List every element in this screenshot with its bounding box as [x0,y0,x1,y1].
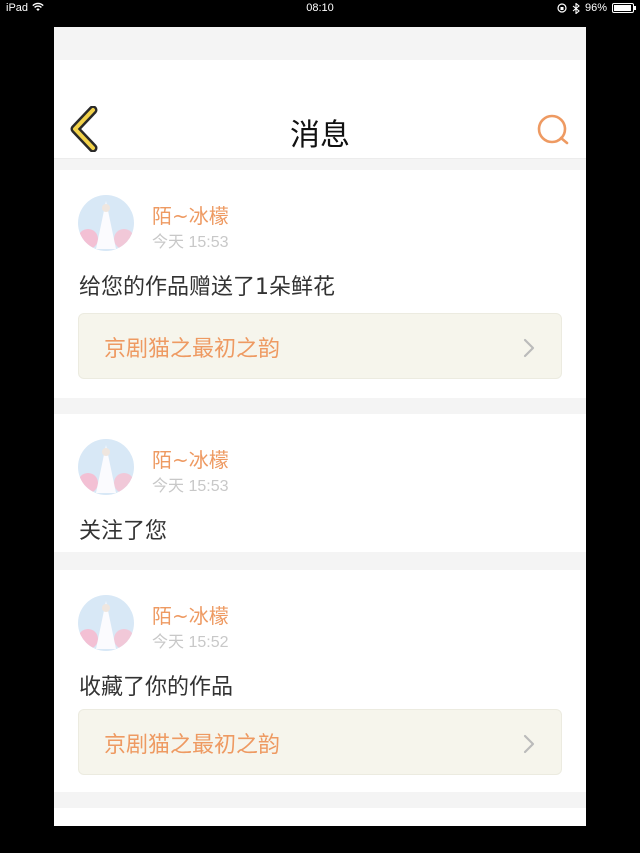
status-time: 08:10 [306,2,334,14]
nav-bar: 消息 [54,60,586,159]
battery-icon [612,3,636,13]
work-title: 京剧猫之最初之韵 [104,337,281,362]
avatar-image [78,439,134,495]
avatar[interactable] [78,195,134,251]
search-icon[interactable] [536,112,572,148]
avatar-image [78,195,134,251]
notification-card: 陌~冰檬 今天 15:53 关注了您 [54,414,586,552]
orientation-lock-icon [557,3,567,13]
status-bar: iPad 08:10 96% [0,0,640,18]
timestamp: 今天 15:52 [152,634,229,651]
username[interactable]: 陌~冰檬 [152,200,229,229]
timestamp: 今天 15:53 [152,234,229,251]
notification-card-partial [54,808,586,826]
message-text: 收藏了你的作品 [79,675,234,700]
bluetooth-icon [572,2,580,14]
work-link[interactable]: 京剧猫之最初之韵 [78,709,562,775]
battery-percent: 96% [584,2,607,14]
page-title: 消息 [290,118,350,153]
work-title: 京剧猫之最初之韵 [104,733,281,758]
message-text: 关注了您 [79,519,168,544]
notification-card: 陌~冰檬 今天 15:52 收藏了你的作品 京剧猫之最初之韵 [54,570,586,792]
avatar[interactable] [78,439,134,495]
app-window: 消息 陌~冰檬 今天 15:53 给您的作品赠送了1朵鲜花 京剧猫之最初之韵 陌… [54,27,586,826]
avatar-image [78,595,134,651]
message-text: 给您的作品赠送了1朵鲜花 [79,275,335,300]
notification-card: 陌~冰檬 今天 15:53 给您的作品赠送了1朵鲜花 京剧猫之最初之韵 [54,170,586,398]
timestamp: 今天 15:53 [152,478,229,495]
work-link[interactable]: 京剧猫之最初之韵 [78,313,562,379]
status-right: 96% [557,2,636,14]
username[interactable]: 陌~冰檬 [152,444,229,473]
username[interactable]: 陌~冰檬 [152,600,229,629]
avatar[interactable] [78,595,134,651]
chevron-right-icon [523,338,535,358]
chevron-right-icon [523,734,535,754]
